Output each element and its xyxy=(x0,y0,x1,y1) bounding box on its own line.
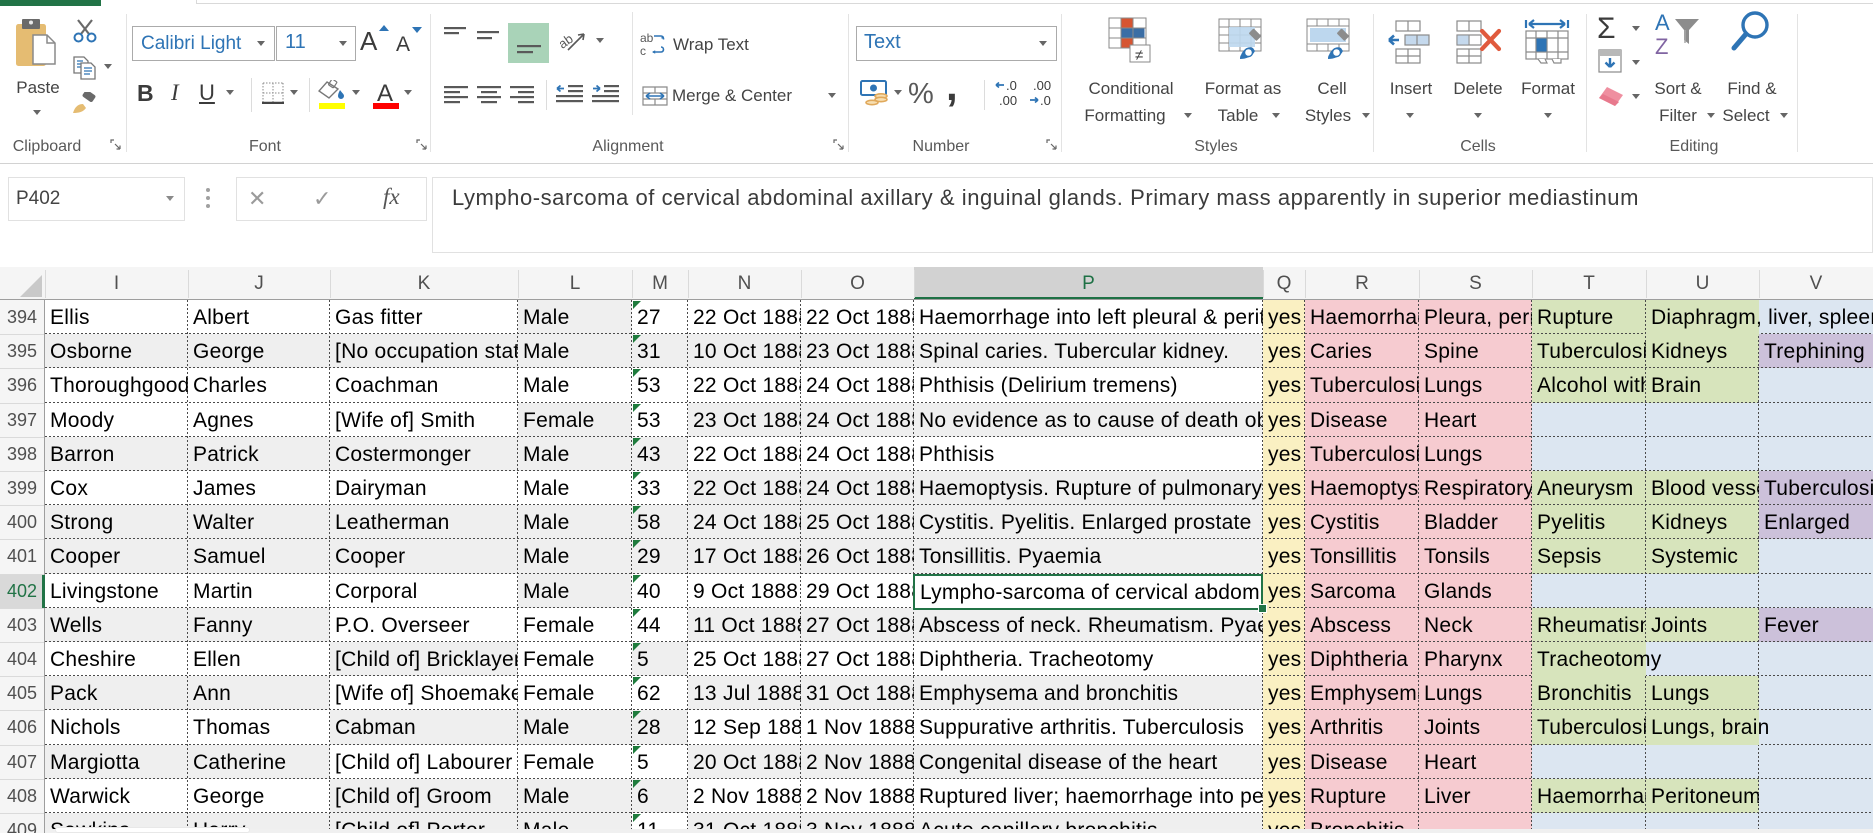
svg-text:c: c xyxy=(640,44,646,57)
svg-text:.0: .0 xyxy=(1006,78,1017,93)
svg-text:ab: ab xyxy=(560,31,576,52)
svg-text:A: A xyxy=(1655,10,1670,35)
svg-text:ab: ab xyxy=(640,31,654,45)
svg-text:.00: .00 xyxy=(1033,78,1051,93)
svg-text:.00: .00 xyxy=(999,93,1017,108)
svg-text:.0: .0 xyxy=(1040,93,1051,108)
svg-text:Z: Z xyxy=(1655,34,1668,59)
svg-text:≠: ≠ xyxy=(1135,47,1143,64)
